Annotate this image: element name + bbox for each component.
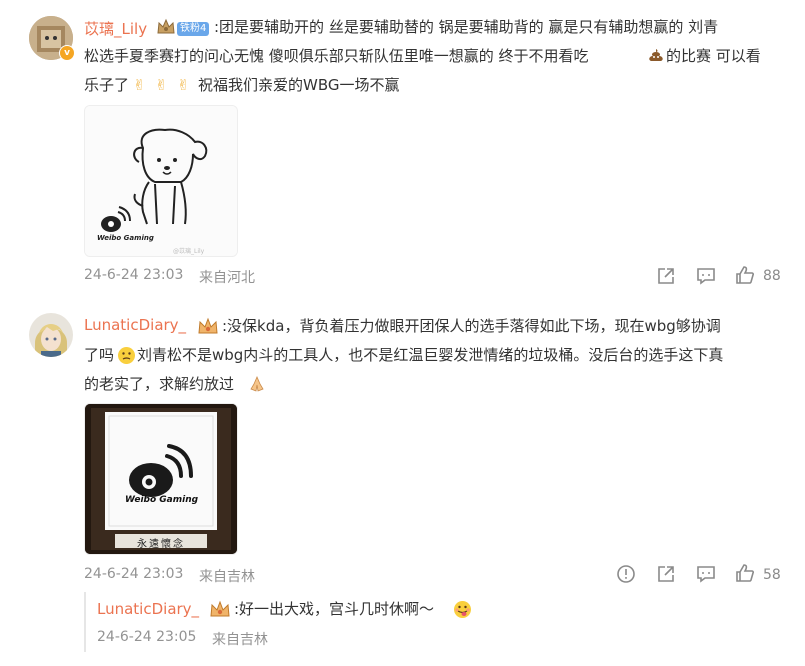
comment-username[interactable]: 苡璃_Lily bbox=[84, 18, 147, 39]
reply-location: 来自吉林 bbox=[212, 632, 268, 648]
reply-text: :好一出大戏，宫斗几时休啊～ bbox=[234, 600, 435, 618]
report-icon[interactable] bbox=[616, 564, 636, 584]
crown-icon bbox=[157, 18, 175, 34]
image-watermark: @苡璃_Lily bbox=[173, 248, 205, 255]
like-icon[interactable] bbox=[735, 563, 755, 583]
comment-text-line: :团是要辅助开的 丝是要辅助替的 锅是要辅助背的 赢是只有辅助想赢的 刘青 bbox=[214, 18, 719, 36]
comment-text-line: 了吗 bbox=[84, 346, 115, 364]
avatar[interactable] bbox=[29, 313, 73, 357]
share-icon[interactable] bbox=[656, 564, 676, 584]
victory-hand-emoji-icon: ✌ bbox=[177, 76, 190, 94]
crown-icon bbox=[198, 317, 218, 334]
verified-icon: v bbox=[59, 45, 75, 61]
victory-hand-emoji-icon: ✌ bbox=[133, 76, 146, 94]
comment-image[interactable]: Weibo Gaming @苡璃_Lily bbox=[84, 105, 238, 257]
comment-text-line: :没保kda，背负着压力做眼开团保人的选手落得如此下场，现在wbg够协调 bbox=[222, 317, 721, 335]
like-icon[interactable] bbox=[735, 265, 755, 285]
fan-badge: 铁粉4 bbox=[177, 22, 210, 36]
comment-location: 来自吉林 bbox=[199, 569, 255, 585]
fan-badge-label: 铁粉 bbox=[180, 23, 200, 34]
comment-text-line: 松选手夏季赛打的问心无愧 傻呗俱乐部只斩队伍里唯一想赢的 终于不用看吃 bbox=[84, 47, 589, 65]
reply-username[interactable]: LunaticDiary_ bbox=[97, 600, 199, 618]
like-count: 88 bbox=[763, 268, 781, 284]
comment-timestamp: 24-6-24 23:03 bbox=[84, 267, 184, 283]
reply-timestamp: 24-6-24 23:05 bbox=[97, 629, 197, 645]
comment-location: 来自河北 bbox=[199, 270, 255, 286]
image-footer-text: 永遠懷念 bbox=[137, 539, 185, 550]
comment-text-line: 祝福我们亲爱的WBG一场不赢 bbox=[198, 76, 400, 94]
crown-icon bbox=[210, 600, 230, 617]
comment-text-line: 的老实了，求解约放过 bbox=[84, 375, 235, 393]
thinking-face-emoji-icon bbox=[118, 347, 135, 364]
share-icon[interactable] bbox=[656, 266, 676, 286]
comment-icon[interactable] bbox=[696, 564, 716, 584]
image-logo-caption: Weibo Gaming bbox=[97, 234, 154, 242]
comment-text-line: 刘青松不是wbg内斗的工具人，也不是红温巨婴发泄情绪的垃圾桶。没后台的选手这下真 bbox=[137, 346, 724, 364]
victory-hand-emoji-icon: ✌ bbox=[155, 76, 168, 94]
tongue-out-emoji-icon bbox=[454, 601, 471, 618]
fan-badge-level: 4 bbox=[200, 23, 207, 34]
memorial-frame-image bbox=[85, 404, 237, 554]
like-count: 58 bbox=[763, 567, 781, 583]
poop-emoji-icon bbox=[649, 49, 663, 61]
comment-text-line: 的比赛 可以看 bbox=[666, 47, 761, 65]
comment-text-line: 乐子了 bbox=[84, 76, 130, 94]
comment-username[interactable]: LunaticDiary_ bbox=[84, 316, 186, 334]
avatar-image bbox=[29, 313, 73, 357]
comment-timestamp: 24-6-24 23:03 bbox=[84, 566, 184, 582]
reply-divider bbox=[84, 592, 86, 652]
folded-hands-emoji-icon bbox=[250, 375, 264, 392]
image-logo-caption: Weibo Gaming bbox=[125, 495, 199, 505]
comment-image[interactable]: Weibo Gaming 永遠懷念 bbox=[84, 403, 238, 555]
comment-icon[interactable] bbox=[696, 266, 716, 286]
